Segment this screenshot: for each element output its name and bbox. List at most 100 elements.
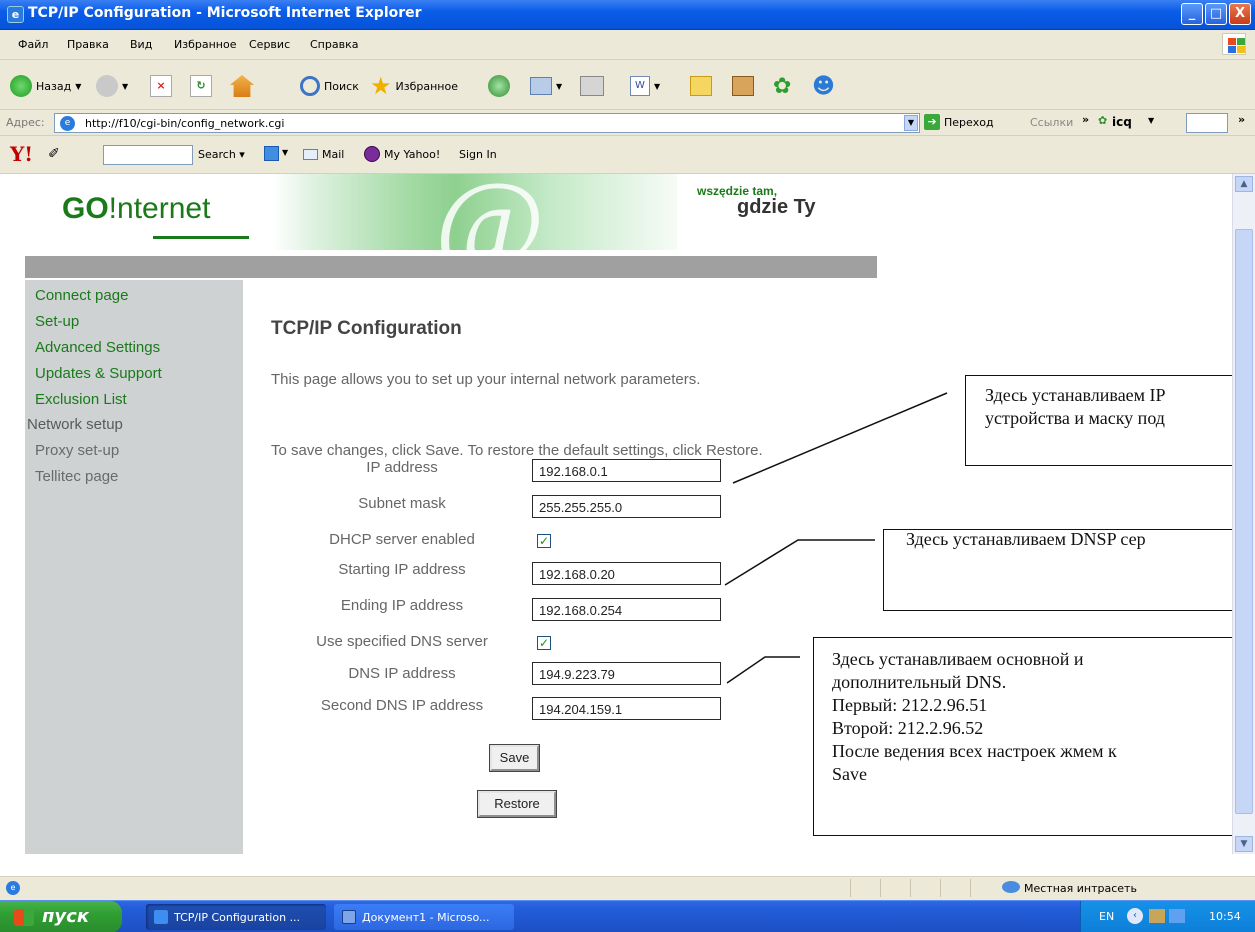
logo-underline [153,236,249,239]
stop-icon: × [150,75,172,97]
back-arrow-icon [10,75,32,97]
address-dropdown[interactable]: ▼ [904,115,918,131]
use-dns-checkbox[interactable]: ✓ [537,636,551,650]
home-button[interactable] [230,73,254,99]
start-button[interactable]: пуск [0,901,122,932]
icq-button[interactable]: ✿ [773,73,791,99]
taskbar: пуск TCP/IP Configuration ... Документ1 … [0,900,1255,932]
second-dns-input[interactable]: 194.204.159.1 [532,697,721,720]
dhcp-checkbox[interactable]: ✓ [537,534,551,548]
zone-label: Местная интрасеть [1024,882,1137,895]
go-arrow-icon[interactable]: ➔ [924,114,940,130]
mail-icon [530,77,552,95]
save-button[interactable]: Save [490,745,539,771]
callout-line: Здесь устанавливаем основной и [832,649,1084,669]
more-chevron[interactable]: » [1238,113,1245,126]
forward-arrow-icon [96,75,118,97]
print-button[interactable] [580,73,604,99]
yahoo-search-button[interactable]: Search ▾ [198,148,245,161]
icq-label[interactable]: icq [1112,115,1132,129]
yahoo-bookmark-icon[interactable] [264,146,279,161]
ending-ip-input[interactable]: 192.168.0.254 [532,598,721,621]
scroll-thumb[interactable] [1235,229,1253,814]
yahoo-logo[interactable]: Y! [10,142,33,166]
pencil-icon[interactable]: ✐ [48,146,60,162]
go-button[interactable]: Переход [944,116,994,129]
sidebar-item-proxy-setup[interactable]: Proxy set-up [35,442,119,459]
address-input[interactable]: e http://f10/cgi-bin/config_network.cgi [54,113,920,133]
yahoo-bookmark-dropdown[interactable]: ▼ [282,148,288,157]
minimize-button[interactable]: _ [1181,3,1203,25]
callout-dns: Здесь устанавливаем основной и дополните… [813,637,1255,836]
callout-line: Здесь устанавливаем IP [985,385,1166,405]
intranet-icon [1002,881,1020,893]
links-label[interactable]: Ссылки [1030,116,1073,129]
ip-address-label: IP address [366,459,438,476]
my-yahoo-link[interactable]: My Yahoo! [384,148,440,161]
page-status-icon: e [6,881,20,895]
dhcp-label: DHCP server enabled [329,531,475,548]
restore-button[interactable]: Restore [478,791,556,817]
research-button[interactable] [732,73,754,99]
links-chevron[interactable]: » [1082,113,1089,126]
banner-graphic: @ [272,174,677,254]
favorites-button[interactable]: ★ Избранное [370,72,458,100]
yahoo-mail-link[interactable]: Mail [322,148,344,161]
callout-line: После ведения всех настроек жмем к [832,741,1117,761]
folder-button[interactable] [690,73,712,99]
sidebar-item-tellitec-page[interactable]: Tellitec page [35,468,118,485]
address-bar: Адрес: e http://f10/cgi-bin/config_netwo… [0,110,1255,136]
sidebar-item-updates-support[interactable]: Updates & Support [35,365,162,382]
refresh-button[interactable]: ↻ [190,73,212,99]
close-button[interactable]: X [1229,3,1251,25]
search-button[interactable]: Поиск [300,73,359,99]
maximize-button[interactable]: □ [1205,3,1227,25]
scroll-down-button[interactable]: ▼ [1235,836,1253,852]
messenger-button[interactable]: ☻ [812,73,835,99]
menu-help[interactable]: Справка [310,38,358,51]
window-title: TCP/IP Configuration - Microsoft Interne… [28,5,422,21]
ie-icon: e [7,6,24,23]
dns-ip-input[interactable]: 194.9.223.79 [532,662,721,685]
gointernet-logo: GO!nternet [62,192,211,225]
task-word[interactable]: Документ1 - Microso... [334,904,514,930]
icq-dropdown[interactable]: ▼ [1148,116,1154,125]
menu-tools[interactable]: Сервис [249,38,290,51]
callout-line: устройства и маску под [985,408,1165,428]
subnet-mask-label: Subnet mask [358,495,446,512]
menu-edit[interactable]: Правка [67,38,109,51]
sidebar-item-exclusion-list[interactable]: Exclusion List [35,391,127,408]
back-button[interactable]: Назад ▼ [10,73,81,99]
edit-button[interactable]: W ▼ [630,73,660,99]
tray-expand-icon[interactable]: ‹ [1127,908,1143,924]
starting-ip-input[interactable]: 192.168.0.20 [532,562,721,585]
stop-button[interactable]: × [150,73,172,99]
sidebar-item-network-setup[interactable]: Network setup [27,416,123,433]
icq-input[interactable] [1186,113,1228,133]
menu-favorites[interactable]: Избранное [174,38,236,51]
subnet-mask-input[interactable]: 255.255.255.0 [532,495,721,518]
scroll-up-button[interactable]: ▲ [1235,176,1253,192]
network-icon[interactable] [1169,909,1185,923]
history-button[interactable] [488,73,510,99]
sidebar-item-connect-page[interactable]: Connect page [35,287,128,304]
sidebar-item-label: Connect page [35,287,129,304]
sidebar-item-advanced-settings[interactable]: Advanced Settings [35,339,160,356]
ip-address-input[interactable]: 192.168.0.1 [532,459,721,482]
task-ie[interactable]: TCP/IP Configuration ... [146,904,326,930]
ending-ip-label: Ending IP address [340,597,464,614]
menu-file[interactable]: Файл [18,38,48,51]
sign-in-link[interactable]: Sign In [459,148,497,161]
language-indicator[interactable]: EN [1099,910,1114,923]
sidebar-item-set-up[interactable]: Set-up [35,313,79,330]
mail-button[interactable]: ▼ [530,73,562,99]
menu-view[interactable]: Вид [130,38,152,51]
page-title: TCP/IP Configuration [271,318,462,339]
tray-app-icon[interactable] [1149,909,1165,923]
forward-button[interactable]: ▼ [96,73,128,99]
favorites-label: Избранное [395,79,458,93]
yahoo-toolbar: Y! ✐ Search ▾ ▼ Mail My Yahoo! Sign In [0,136,1255,174]
callout-line: Save [832,764,867,784]
yahoo-search-input[interactable] [103,145,193,165]
vertical-scrollbar[interactable]: ▲ ▼ [1232,174,1255,854]
